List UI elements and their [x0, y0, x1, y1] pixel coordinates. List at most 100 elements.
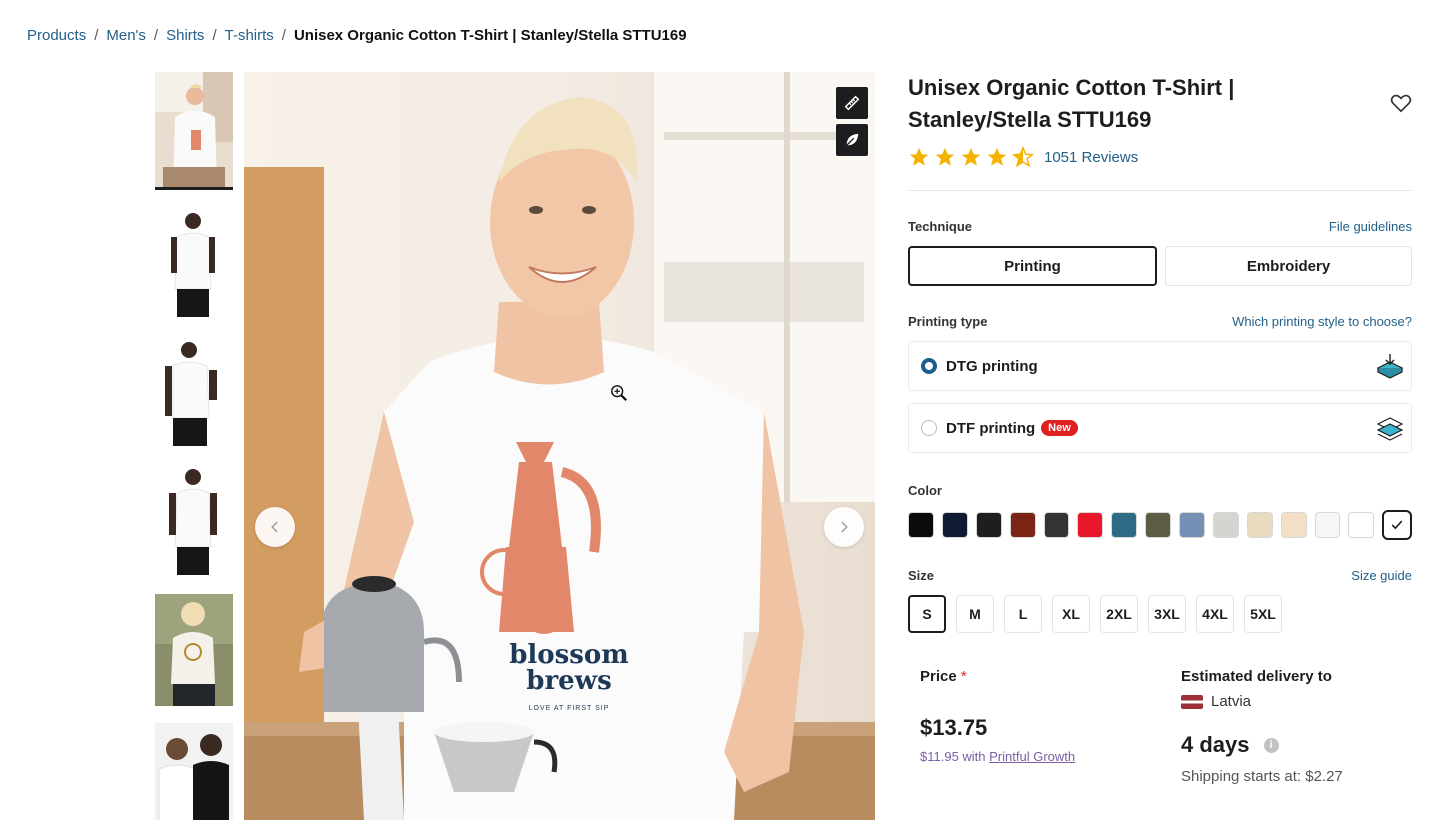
reviews-link[interactable]: 1051 Reviews: [1044, 149, 1138, 166]
measure-tool-button[interactable]: [836, 87, 868, 119]
color-swatch[interactable]: [1382, 510, 1413, 540]
new-badge: New: [1041, 420, 1078, 436]
size-m-button[interactable]: M: [956, 595, 994, 633]
delivery-days-value: 4 days: [1181, 732, 1250, 757]
latvia-flag-icon: [1181, 694, 1203, 709]
product-main-image[interactable]: blossom brews LOVE AT FIRST SIP: [244, 72, 875, 820]
star-icon: [909, 147, 929, 166]
eco-info-button[interactable]: [836, 124, 868, 156]
shirt-print-tagline: LOVE AT FIRST SIP: [528, 705, 610, 712]
star-icon: [961, 147, 981, 166]
delivery-country[interactable]: Latvia: [1181, 693, 1411, 710]
color-swatch[interactable]: [975, 512, 1002, 538]
next-image-button[interactable]: [824, 507, 864, 547]
color-section: Color: [908, 483, 1413, 540]
color-swatch[interactable]: [1179, 512, 1205, 538]
color-swatch[interactable]: [1314, 512, 1341, 538]
breadcrumb-separator: /: [94, 27, 99, 44]
breadcrumb-mens[interactable]: Men's: [106, 27, 146, 44]
chevron-left-icon: [271, 521, 278, 533]
size-guide-link[interactable]: Size guide: [1351, 568, 1412, 583]
radio-selected[interactable]: [921, 358, 937, 374]
info-icon[interactable]: i: [1263, 737, 1279, 753]
prev-image-button[interactable]: [255, 507, 295, 547]
dtg-layers-icon: [1376, 354, 1404, 379]
shirt-print-line2: brews: [526, 666, 612, 696]
color-swatch[interactable]: [908, 512, 934, 538]
price-value: $13.75: [920, 715, 988, 740]
divider: [908, 190, 1412, 191]
thumbnail-5[interactable]: [155, 594, 233, 706]
color-label: Color: [908, 483, 942, 498]
color-swatch[interactable]: [1043, 512, 1070, 538]
breadcrumb-current: Unisex Organic Cotton T-Shirt | Stanley/…: [293, 27, 687, 44]
size-options: S M L XL 2XL 3XL 4XL 5XL: [908, 595, 1412, 633]
thumbnail-list: [155, 72, 233, 820]
color-swatch[interactable]: [1111, 512, 1138, 538]
color-swatch[interactable]: [1077, 512, 1104, 538]
rating-row: 1051 Reviews: [908, 146, 1412, 168]
size-label: Size: [908, 568, 935, 583]
size-s-button[interactable]: S: [908, 595, 946, 633]
product-title: Unisex Organic Cotton T-Shirt | Stanley/…: [908, 75, 1235, 132]
breadcrumb-products[interactable]: Products: [27, 27, 86, 44]
chevron-right-icon: [841, 521, 848, 533]
dtf-printing-option[interactable]: DTF printing New: [908, 403, 1412, 453]
price-block: Price * $13.75 $11.95 with Printful Grow…: [920, 668, 1160, 764]
file-guidelines-link[interactable]: File guidelines: [1329, 219, 1412, 234]
breadcrumb-shirts[interactable]: Shirts: [166, 27, 204, 44]
country-name: Latvia: [1211, 693, 1252, 710]
check-icon: [1391, 520, 1403, 530]
product-details-panel: Unisex Organic Cotton T-Shirt | Stanley/…: [908, 72, 1413, 785]
size-2xl-button[interactable]: 2XL: [1100, 595, 1138, 633]
half-star-icon: [1012, 146, 1034, 168]
technique-section: Technique File guidelines Printing Embro…: [908, 219, 1412, 286]
color-swatches: [908, 510, 1413, 540]
color-swatch[interactable]: [1212, 512, 1239, 538]
breadcrumb-separator: /: [153, 27, 159, 44]
color-swatch[interactable]: [1280, 512, 1307, 538]
printful-growth-link[interactable]: Printful Growth: [989, 749, 1075, 764]
technique-embroidery-button[interactable]: Embroidery: [1165, 246, 1412, 286]
size-5xl-button[interactable]: 5XL: [1244, 595, 1282, 633]
color-swatch[interactable]: [941, 512, 968, 538]
growth-price-text: $11.95 with: [920, 749, 990, 764]
technique-label: Technique: [908, 219, 973, 234]
thumbnail-4[interactable]: [155, 465, 233, 577]
size-l-button[interactable]: L: [1004, 595, 1042, 633]
thumbnail-1[interactable]: [155, 72, 233, 190]
color-swatch[interactable]: [1009, 512, 1036, 538]
shirt-print: blossom brews LOVE AT FIRST SIP: [499, 642, 639, 722]
dtf-layers-icon: [1376, 417, 1404, 441]
breadcrumb-separator: /: [281, 27, 286, 44]
technique-printing-button[interactable]: Printing: [908, 246, 1157, 286]
required-mark: *: [960, 668, 967, 685]
printing-type-label: Printing type: [908, 314, 988, 329]
star-icon: [987, 147, 1007, 166]
shirt-print-line1: blossom: [509, 640, 629, 670]
delivery-days: 4 days i: [1181, 732, 1411, 758]
thumbnail-3[interactable]: [155, 336, 233, 448]
size-4xl-button[interactable]: 4XL: [1196, 595, 1234, 633]
price-label: Price *: [920, 668, 1160, 685]
heart-icon[interactable]: [1390, 92, 1412, 114]
thumbnail-6[interactable]: [155, 723, 233, 820]
delivery-block: Estimated delivery to Latvia 4 days i Sh…: [1181, 668, 1411, 785]
thumbnail-2[interactable]: [155, 207, 233, 319]
star-icon: [935, 147, 955, 166]
printing-style-help-link[interactable]: Which printing style to choose?: [1232, 314, 1412, 329]
radio-unselected[interactable]: [921, 420, 937, 436]
size-3xl-button[interactable]: 3XL: [1148, 595, 1186, 633]
color-swatch[interactable]: [1246, 512, 1273, 538]
size-xl-button[interactable]: XL: [1052, 595, 1090, 633]
delivery-label: Estimated delivery to: [1181, 668, 1332, 685]
color-swatch[interactable]: [1145, 512, 1171, 538]
shipping-start-price: Shipping starts at: $2.27: [1181, 768, 1343, 785]
dtf-printing-label: DTF printing: [946, 419, 1036, 437]
dtg-printing-option[interactable]: DTG printing: [908, 341, 1412, 391]
breadcrumb-tshirts[interactable]: T-shirts: [225, 27, 274, 44]
zoom-in-icon: [611, 385, 627, 401]
price-label-text: Price: [920, 668, 957, 685]
star-rating: [908, 146, 1034, 168]
color-swatch[interactable]: [1348, 512, 1375, 538]
